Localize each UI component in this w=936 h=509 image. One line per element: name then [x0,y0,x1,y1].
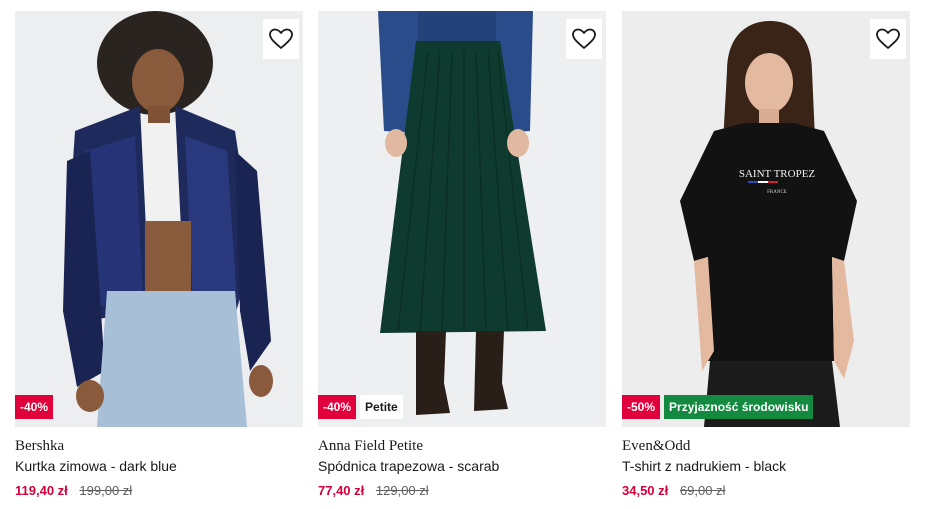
discount-badge: -40% [318,395,357,419]
petite-badge: Petite [360,395,403,419]
badge-group: -40% [15,395,54,419]
original-price: 69,00 zł [679,483,726,498]
badge-group: -50% Przyjazność środowisku [622,395,814,419]
price-row: 119,40 zł 199,00 zł [15,483,303,499]
price-row: 77,40 zł 129,00 zł [318,483,606,499]
price-row: 34,50 zł 69,00 zł [622,483,910,499]
current-price: 77,40 zł [318,483,365,498]
wishlist-button[interactable] [870,19,906,59]
original-price: 129,00 zł [375,483,429,498]
badge-group: -40% Petite [318,395,403,419]
heart-icon [876,28,900,49]
product-card[interactable]: -40% Bershka Kurtka zimowa - dark blue 1… [15,11,303,499]
wishlist-button[interactable] [263,19,299,59]
heart-icon [572,28,596,49]
product-brand: Even&Odd [622,438,691,454]
current-price: 34,50 zł [622,483,669,498]
product-name[interactable]: T-shirt z nadrukiem - black [622,457,910,475]
wishlist-button[interactable] [566,19,602,59]
product-photo-pleated-skirt [318,11,606,427]
product-card[interactable]: SAINT TROPEZ FRANCE -50% Przyjazność śro… [622,11,910,499]
product-photo-tshirt: SAINT TROPEZ FRANCE [622,11,910,427]
current-price: 119,40 zł [15,483,68,498]
product-image[interactable]: -40% Petite [318,11,606,427]
discount-badge: -40% [15,395,54,419]
heart-icon [269,28,293,49]
product-brand: Anna Field Petite [318,438,423,454]
product-image[interactable]: SAINT TROPEZ FRANCE -50% Przyjazność śro… [622,11,910,427]
eco-badge: Przyjazność środowisku [664,395,814,419]
product-name[interactable]: Kurtka zimowa - dark blue [15,457,303,475]
original-price: 199,00 zł [79,483,133,498]
product-image[interactable]: -40% [15,11,303,427]
product-card[interactable]: -40% Petite Anna Field Petite Spódnica t… [318,11,606,499]
product-brand: Bershka [15,438,65,454]
discount-badge: -50% [622,395,661,419]
shirt-print-text: SAINT TROPEZ [739,168,816,180]
product-name[interactable]: Spódnica trapezowa - scarab [318,457,606,475]
product-photo-puffer-jacket [15,11,303,427]
shirt-print-subtext: FRANCE [767,190,787,195]
